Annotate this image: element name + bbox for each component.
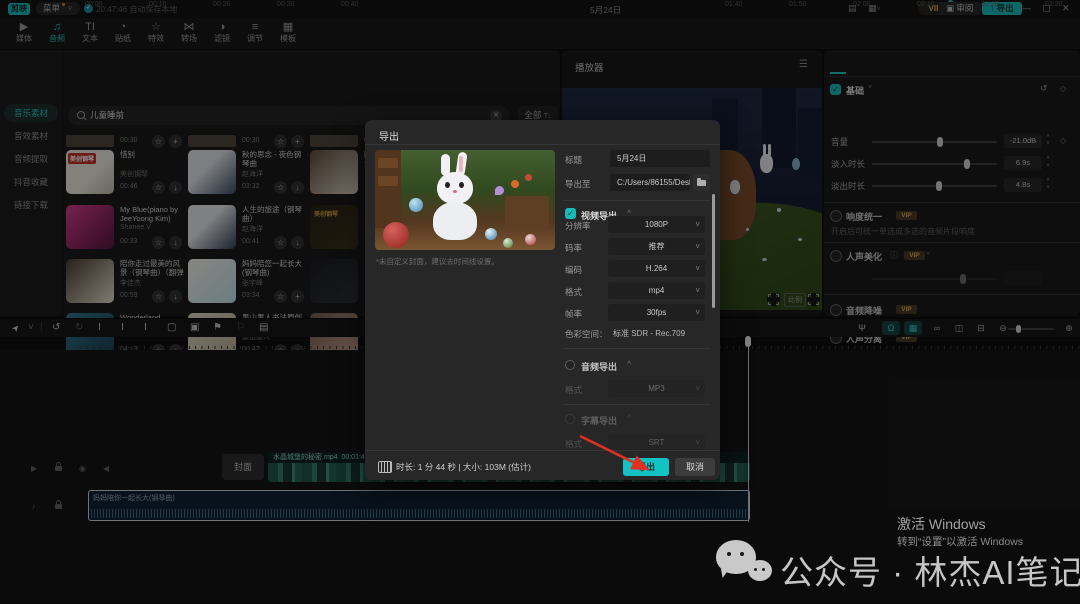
export-dialog-title: 导出 bbox=[379, 132, 399, 143]
setting-select: SRT ˅ bbox=[608, 434, 705, 451]
export-setting-row: 编码 H.264 ˅ bbox=[365, 260, 720, 278]
dialog-scrollbar[interactable] bbox=[712, 194, 715, 308]
rabbit-ear-inner bbox=[459, 156, 463, 172]
rabbit-head bbox=[437, 172, 473, 204]
export-setting-row: 码率 推荐 ˅ bbox=[365, 238, 720, 256]
setting-select[interactable]: mp4 ˅ bbox=[608, 282, 705, 299]
wechat-watermark-text: 公众号 · 林杰AI笔记 bbox=[780, 554, 1080, 591]
setting-label: 分辨率 bbox=[565, 221, 591, 231]
shelf-box bbox=[378, 158, 398, 168]
color-space-value: 标准 SDR - Rec.709 bbox=[613, 329, 686, 338]
color-space-label: 色彩空间： bbox=[565, 329, 608, 339]
setting-label: 格式 bbox=[565, 287, 583, 297]
capcut-app-window: 剪映 菜单 ˅ ✓ 20:47:46 自动保存本地 5月24日 ▤ ▦˅ VIP… bbox=[0, 0, 1080, 604]
setting-select: MP3 ˅ bbox=[608, 380, 705, 397]
rabbit-eye bbox=[459, 182, 464, 188]
export-summary: 时长: 1 分 44 秒 | 大小: 103M (估计) bbox=[396, 462, 531, 472]
export-confirm-button[interactable]: 导出 bbox=[623, 458, 669, 476]
setting-select[interactable]: 1080P ˅ bbox=[608, 216, 705, 233]
export-setting-row: 分辨率 1080P ˅ bbox=[365, 216, 720, 234]
flower bbox=[511, 180, 519, 188]
export-setting-row: 帧率 30fps ˅ bbox=[365, 304, 720, 322]
path-field-label: 导出至 bbox=[565, 179, 591, 189]
setting-label: 格式 bbox=[565, 385, 583, 395]
rabbit-nose bbox=[453, 190, 457, 193]
export-cover-preview bbox=[375, 150, 555, 250]
export-dialog: 导出 *未自定义封面，建议去时间线设置。 标题 5月24日 导出至 C:/Use… bbox=[365, 120, 720, 480]
glass-marble bbox=[409, 198, 423, 212]
setting-label: 编码 bbox=[565, 265, 583, 275]
title-field-label: 标题 bbox=[565, 155, 583, 165]
collapse-chevron-icon[interactable]: ˄ bbox=[627, 360, 631, 367]
wechat-icon-small-bubble bbox=[748, 560, 772, 581]
setting-select[interactable]: H.264 ˅ bbox=[608, 260, 705, 277]
rabbit-eye bbox=[445, 182, 450, 188]
cancel-button[interactable]: 取消 bbox=[675, 458, 715, 476]
setting-select[interactable]: 30fps ˅ bbox=[608, 304, 705, 321]
export-setting-row: 格式 mp4 ˅ bbox=[365, 282, 720, 300]
path-field-input[interactable]: C:/Users/86155/Desktop... bbox=[610, 174, 690, 191]
folder-icon bbox=[697, 178, 706, 186]
audio-export-label: 音频导出 bbox=[581, 362, 618, 372]
subtitle-export-section: 字幕导出 ˄ 格式 SRT ˅ bbox=[365, 412, 720, 452]
rabbit-ear bbox=[441, 154, 450, 176]
windows-activation-line1: 激活 Windows bbox=[897, 516, 986, 532]
title-field-input[interactable]: 5月24日 bbox=[610, 150, 710, 167]
browse-folder-button[interactable] bbox=[693, 174, 710, 191]
audio-export-checkbox[interactable] bbox=[565, 360, 575, 370]
setting-select[interactable]: 推荐 ˅ bbox=[608, 238, 705, 255]
shelf-box bbox=[378, 176, 398, 186]
butterfly bbox=[495, 186, 504, 195]
flower bbox=[525, 174, 532, 181]
subtitle-export-label: 字幕导出 bbox=[581, 416, 618, 426]
setting-label: 码率 bbox=[565, 243, 583, 253]
duration-icon bbox=[378, 461, 392, 473]
collapse-chevron-icon[interactable]: ˄ bbox=[627, 209, 631, 216]
audio-format-row: 格式 MP3 ˅ bbox=[365, 380, 720, 398]
setting-label: 帧率 bbox=[565, 309, 583, 319]
subtitle-export-checkbox bbox=[565, 414, 575, 424]
setting-label: 格式 bbox=[565, 439, 583, 449]
